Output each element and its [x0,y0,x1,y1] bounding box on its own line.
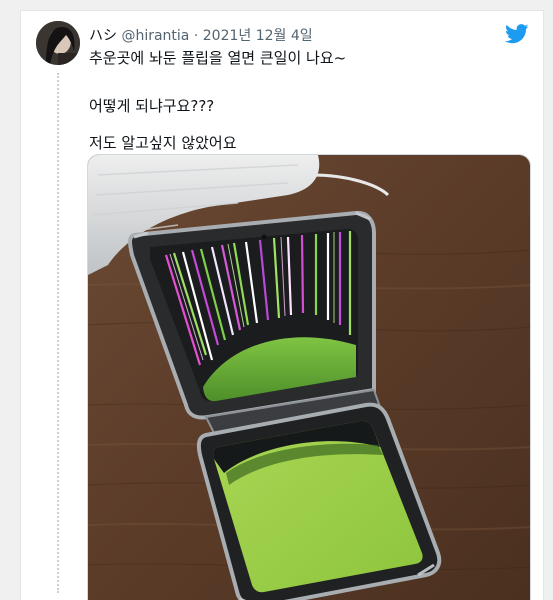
display-name[interactable]: ハシ [89,28,117,44]
broken-flip-phone-photo [88,155,530,600]
tweet-meta: ハシ @hirantia · 2021년 12월 4일 [89,25,313,45]
avatar-image [36,21,80,65]
twitter-bird-icon[interactable] [504,23,529,45]
tweet-photo[interactable] [87,154,531,600]
thread-connector-line [57,73,59,593]
handle[interactable]: @hirantia [121,28,189,44]
meta-separator: · [193,28,199,44]
tweet-text-line-3: 저도 알고싶지 않았어요 [89,134,237,152]
tweet-card: ハシ @hirantia · 2021년 12월 4일 추운곳에 놔둔 플립을 … [20,10,544,600]
avatar[interactable] [36,21,80,65]
tweet-text-line-2: 어떻게 되냐구요??? [89,97,215,115]
tweet-date[interactable]: 2021년 12월 4일 [203,28,313,44]
tweet-text-line-1: 추운곳에 놔둔 플립을 열면 큰일이 나요~ [89,49,347,67]
